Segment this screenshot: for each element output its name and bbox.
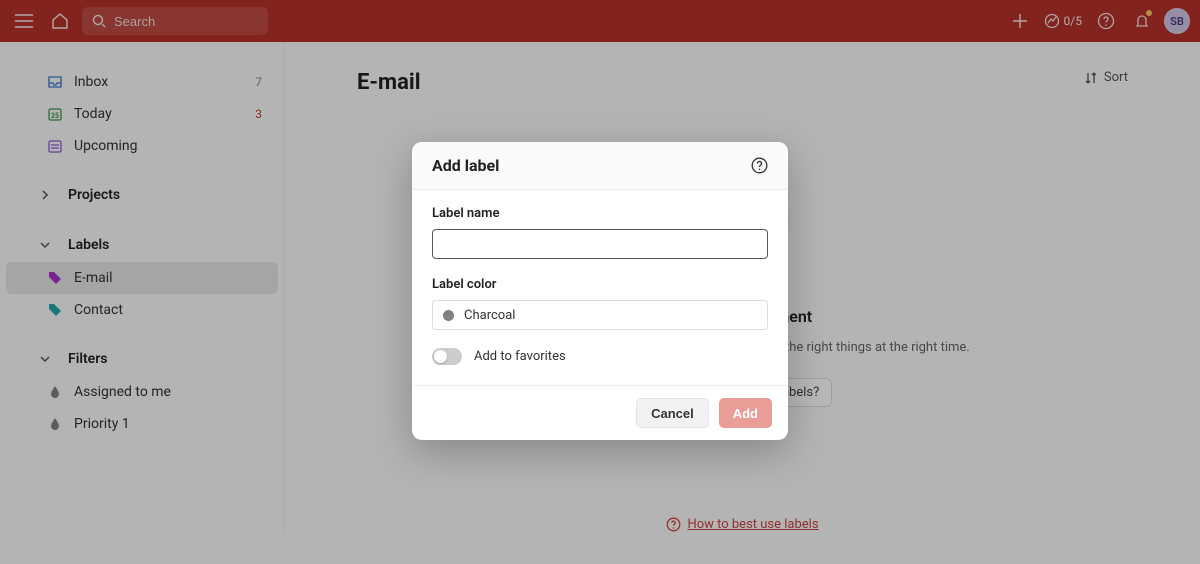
color-swatch [443,310,454,321]
label-color-field: Label color Charcoal [432,277,768,330]
label-color-label: Label color [432,277,768,292]
label-color-select[interactable]: Charcoal [432,300,768,330]
modal-body: Label name Label color Charcoal Add to f… [412,190,788,385]
modal-title: Add label [432,156,499,175]
modal-overlay[interactable]: Add label Label name Label color Charcoa… [0,0,1200,564]
favorites-toggle[interactable] [432,348,462,365]
color-value: Charcoal [464,308,515,323]
label-name-label: Label name [432,206,768,221]
modal-header: Add label [412,142,788,190]
cancel-button[interactable]: Cancel [636,398,709,428]
label-name-input[interactable] [432,229,768,259]
add-label-modal: Add label Label name Label color Charcoa… [412,142,788,440]
add-button[interactable]: Add [719,398,772,428]
label-name-field: Label name [432,206,768,259]
favorites-toggle-row: Add to favorites [432,348,768,365]
modal-help-icon[interactable] [751,157,768,174]
favorites-label: Add to favorites [474,349,566,364]
modal-footer: Cancel Add [412,385,788,440]
